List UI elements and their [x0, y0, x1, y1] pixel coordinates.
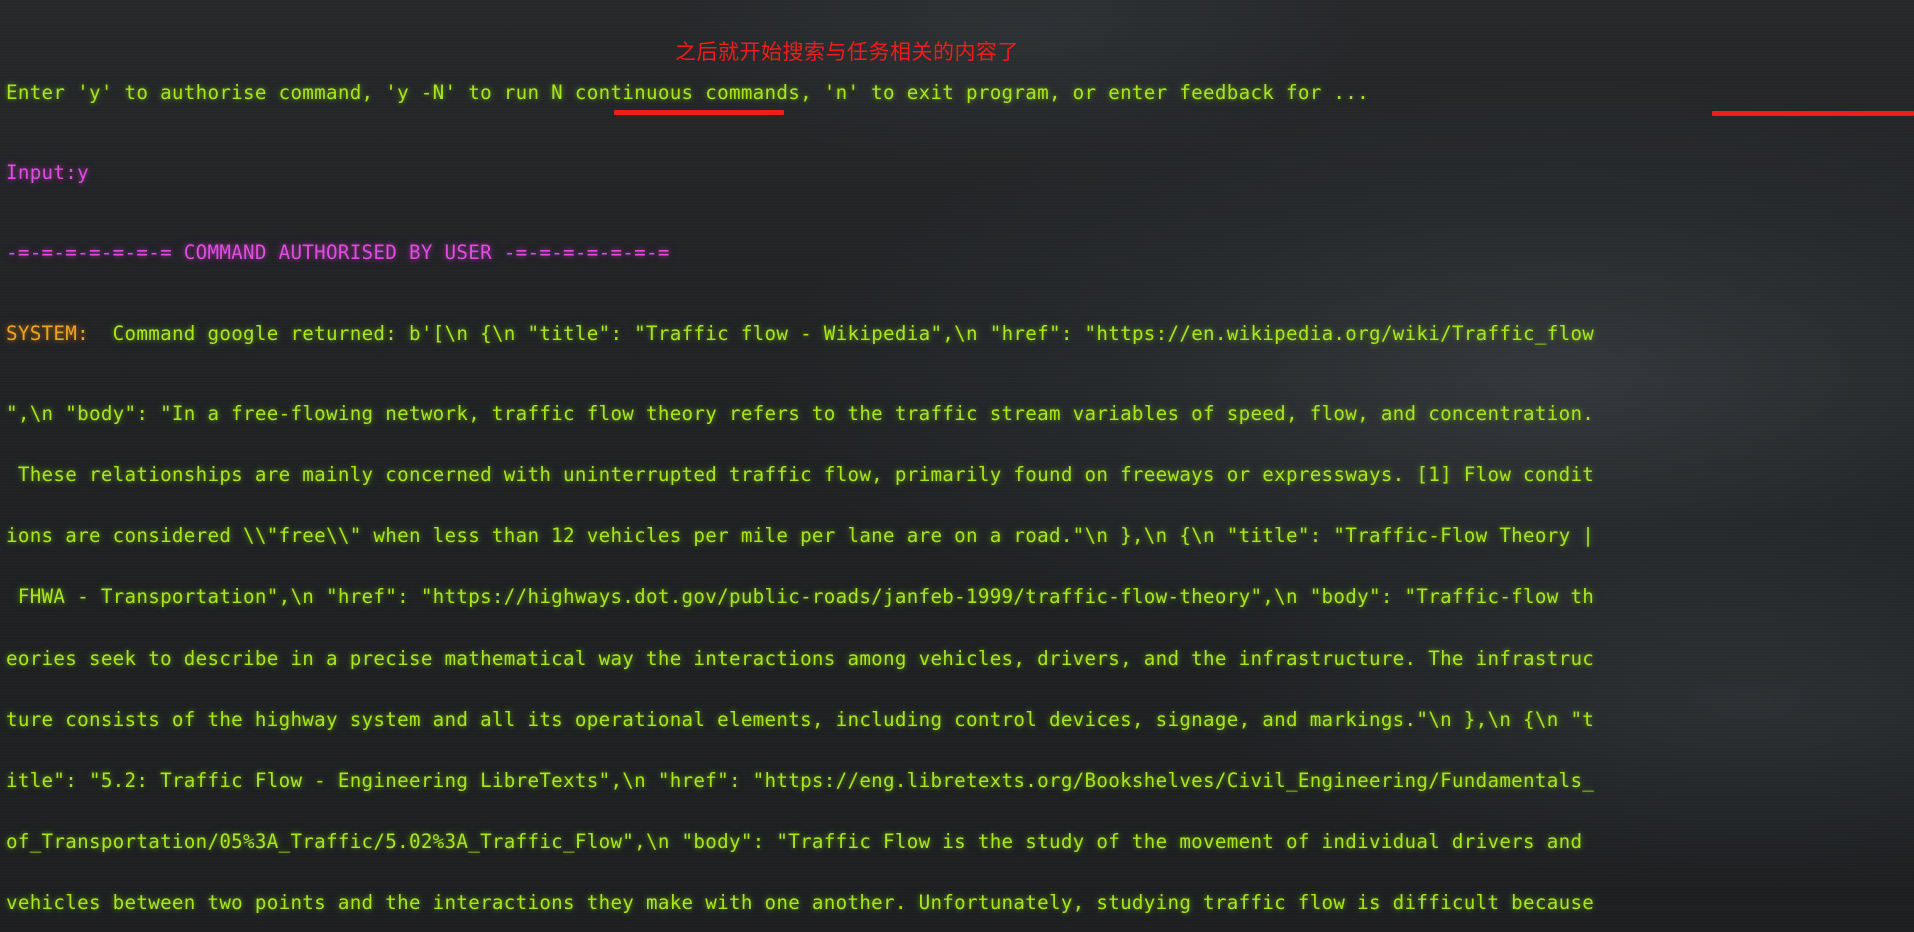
terminal-screen: Enter 'y' to authorise command, 'y -N' t…: [0, 0, 1914, 932]
console-line-prompt: Enter 'y' to authorise command, 'y -N' t…: [6, 81, 1369, 104]
system-label: SYSTEM:: [6, 321, 101, 345]
console-line-input: Input:y: [6, 161, 89, 185]
console-output[interactable]: Enter 'y' to authorise command, 'y -N' t…: [0, 0, 1914, 932]
console-line: FHWA - Transportation",\n "href": "https…: [6, 585, 1595, 609]
console-line: ",\n "body": "In a free-flowing network,…: [6, 401, 1595, 425]
console-line: ture consists of the highway system and …: [6, 707, 1595, 731]
annotation-chinese-note: 之后就开始搜索与任务相关的内容了: [675, 40, 1019, 64]
red-underline-traffic-flow-title: [614, 110, 784, 115]
console-line: itle": "5.2: Traffic Flow - Engineering …: [6, 768, 1595, 792]
console-line-command-authorised: -=-=-=-=-=-=-= COMMAND AUTHORISED BY USE…: [6, 241, 670, 265]
console-line: of_Transportation/05%3A_Traffic/5.02%3A_…: [6, 830, 1583, 854]
red-underline-wikipedia-url: [1712, 111, 1914, 116]
console-line-system: SYSTEM: Command google returned: b'[\n {…: [6, 322, 1914, 345]
console-line: These relationships are mainly concerned…: [6, 462, 1595, 486]
console-line: vehicles between two points and the inte…: [6, 891, 1595, 915]
console-line: eories seek to describe in a precise mat…: [6, 646, 1595, 670]
system-text: Command google returned: b'[\n {\n "titl…: [100, 321, 1595, 345]
console-line: ions are considered \\"free\\" when less…: [6, 524, 1595, 548]
